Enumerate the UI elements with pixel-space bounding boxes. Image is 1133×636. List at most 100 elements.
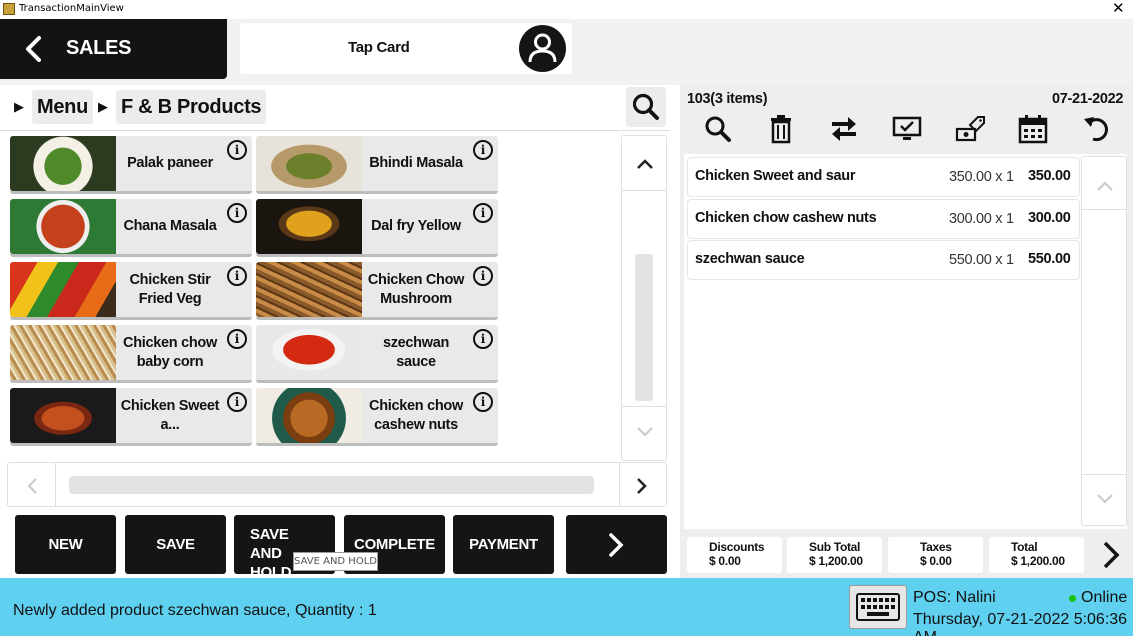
chevron-down-icon[interactable] (1094, 489, 1116, 509)
product-vertical-scrollbar[interactable] (621, 135, 667, 461)
product-tile[interactable]: Chana Masala i (10, 199, 252, 257)
chevron-up-icon[interactable] (634, 154, 656, 174)
product-tile[interactable]: Palak paneer i (10, 136, 252, 194)
calendar-icon[interactable] (1017, 113, 1049, 145)
cart-line-item[interactable]: szechwan sauce 550.00 x 1 550.00 (688, 241, 1079, 279)
product-tile[interactable]: Bhindi Masala i (256, 136, 498, 194)
info-icon[interactable]: i (227, 140, 247, 160)
product-name: Chicken Stir Fried Veg (129, 272, 211, 307)
undo-icon[interactable] (1080, 113, 1112, 145)
status-datetime: Thursday, 07-21-2022 5:06:36 AM (913, 611, 1128, 636)
info-icon[interactable]: i (473, 203, 493, 223)
total-value: $ 1,200.00 (1011, 554, 1065, 568)
product-search-button[interactable] (626, 87, 666, 127)
save-and-hold-tooltip: SAVE AND HOLD (293, 552, 378, 571)
keyboard-button[interactable] (849, 585, 907, 629)
divider (619, 463, 620, 506)
line-item-amount: 550.00 (1028, 251, 1071, 267)
cash-tag-icon[interactable] (954, 113, 986, 145)
chevron-up-icon[interactable] (1094, 176, 1116, 196)
line-item-name: Chicken Sweet and saur (695, 168, 856, 184)
chevron-right-icon[interactable] (1098, 539, 1124, 571)
line-item-qty: 350.00 x 1 (949, 169, 1014, 185)
tap-card-label: Tap Card (348, 39, 410, 56)
sales-back-button[interactable]: SALES (0, 19, 227, 79)
info-icon[interactable]: i (227, 266, 247, 286)
taxes-value: $ 0.00 (920, 554, 952, 568)
order-date: 07-21-2022 (1052, 91, 1124, 107)
chicken-sweet-image (10, 388, 116, 443)
product-name: Chicken Chow Mushroom (367, 272, 465, 307)
total-box: Total $ 1,200.00 (989, 537, 1084, 573)
product-name: Palak paneer (127, 155, 213, 171)
product-tile[interactable]: Chicken Sweet a... i (10, 388, 252, 446)
product-name: szechwan sauce (382, 335, 450, 370)
info-icon[interactable]: i (227, 392, 247, 412)
bhindi-masala-image (256, 136, 362, 191)
info-icon[interactable]: i (227, 203, 247, 223)
discounts-box: Discounts $ 0.00 (687, 537, 782, 573)
line-item-qty: 300.00 x 1 (949, 211, 1014, 227)
taxes-label: Taxes (920, 540, 952, 554)
save-button[interactable]: SAVE (125, 515, 226, 574)
transfer-icon[interactable] (828, 113, 860, 145)
scroll-thumb[interactable] (635, 254, 653, 401)
info-icon[interactable]: i (473, 140, 493, 160)
info-icon[interactable]: i (473, 329, 493, 349)
line-item-amount: 300.00 (1028, 210, 1071, 226)
more-actions-button[interactable] (566, 515, 667, 574)
breadcrumb-arrow-icon: ▶ (14, 99, 24, 114)
product-name: Chana Masala (123, 218, 217, 234)
subtotal-box: Sub Total $ 1,200.00 (787, 537, 882, 573)
search-icon[interactable] (702, 113, 734, 145)
chevron-left-icon[interactable] (22, 475, 42, 497)
subtotal-label: Sub Total (809, 540, 861, 554)
product-tile[interactable]: Chicken Chow Mushroom i (256, 262, 498, 320)
cart-line-item[interactable]: Chicken Sweet and saur 350.00 x 1 350.00 (688, 158, 1079, 196)
close-window-button[interactable]: ✕ (1112, 0, 1125, 17)
total-label: Total (1011, 540, 1038, 554)
chicken-chow-baby-corn-image (10, 325, 116, 380)
breadcrumb-arrow-icon: ▶ (98, 99, 108, 114)
connection-status: Online (1081, 589, 1128, 606)
product-tile[interactable]: szechwan sauce i (256, 325, 498, 383)
chevron-right-icon[interactable] (632, 475, 652, 497)
new-button[interactable]: NEW (15, 515, 116, 574)
divider (622, 406, 666, 407)
divider (622, 190, 666, 191)
chevron-right-icon (609, 533, 624, 557)
scroll-thumb[interactable] (69, 476, 594, 494)
back-arrow-icon (26, 36, 41, 62)
breadcrumb-fb-products[interactable]: F & B Products (116, 90, 267, 124)
cart-line-item[interactable]: Chicken chow cashew nuts 300.00 x 1 300.… (688, 200, 1079, 238)
chicken-stir-fried-veg-image (10, 262, 116, 317)
keyboard-icon (856, 593, 900, 621)
tap-card-panel[interactable]: Tap Card (240, 23, 572, 74)
product-name: Bhindi Masala (369, 155, 463, 171)
discounts-value: $ 0.00 (709, 554, 741, 568)
product-tile[interactable]: Chicken chow cashew nuts i (256, 388, 498, 446)
info-icon[interactable]: i (473, 266, 493, 286)
product-tile[interactable]: Chicken chow baby corn i (10, 325, 252, 383)
chevron-down-icon[interactable] (634, 422, 656, 442)
szechwan-sauce-image (256, 325, 362, 380)
line-item-qty: 550.00 x 1 (949, 252, 1014, 268)
pos-user: POS: Nalini (913, 589, 996, 606)
info-icon[interactable]: i (473, 392, 493, 412)
cart-vertical-scrollbar[interactable] (1081, 156, 1127, 526)
product-tile[interactable]: Dal fry Yellow i (256, 199, 498, 257)
product-name: Chicken Sweet a... (120, 398, 220, 433)
monitor-check-icon[interactable] (891, 113, 923, 145)
user-avatar-button[interactable] (519, 25, 566, 72)
taxes-box: Taxes $ 0.00 (888, 537, 983, 573)
product-horizontal-scrollbar[interactable] (7, 462, 667, 507)
info-icon[interactable]: i (227, 329, 247, 349)
trash-icon[interactable] (765, 113, 797, 145)
discounts-label: Discounts (709, 540, 765, 554)
payment-button[interactable]: PAYMENT (453, 515, 554, 574)
chicken-chow-cashew-image (256, 388, 362, 443)
chana-masala-image (10, 199, 116, 254)
breadcrumb-menu[interactable]: Menu (32, 90, 94, 124)
product-tile[interactable]: Chicken Stir Fried Veg i (10, 262, 252, 320)
divider (55, 463, 56, 506)
